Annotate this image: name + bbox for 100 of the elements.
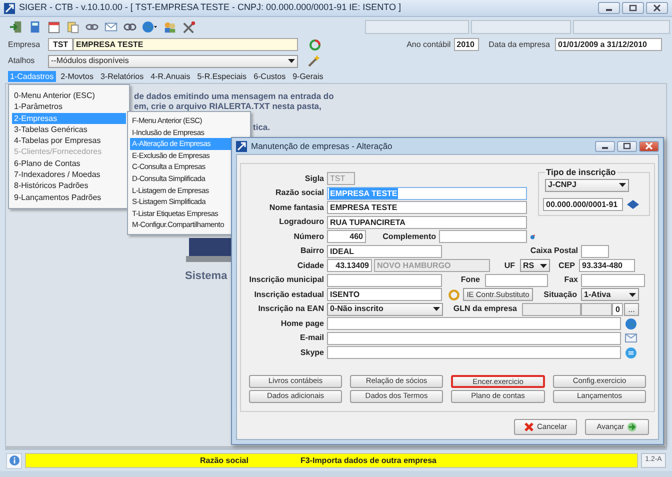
menu-bar-item[interactable]: 6-Custos [252,71,288,82]
info-button[interactable] [6,452,22,468]
input-field[interactable]: ISENTO [327,288,442,301]
magic-wand-icon[interactable] [308,55,320,67]
minimize-button[interactable] [595,140,615,152]
field-label: Logradouro [278,216,324,228]
chat-bubble-icon[interactable] [625,346,637,358]
company-name-field[interactable]: EMPRESA TESTE [73,38,298,51]
field-label: Fax [563,274,578,286]
field-label: Cidade [296,260,324,272]
input-field[interactable]: 43.13409 [327,259,372,272]
field-label: UF [503,260,515,272]
info-icon [8,455,20,466]
field-label: E-mail [298,332,324,344]
app-logo-icon [236,140,247,152]
tools-icon[interactable] [182,20,196,34]
menu-item[interactable]: 0-Menu Anterior (ESC) [12,90,126,102]
menu-bar-item[interactable]: 4-R.Anuais [148,71,192,82]
window-title: SIGER - CTB - v.10.10.00 - [ TST-EMPRESA TESTE - CNPJ: 00.000.000/0001-91 IE: ISENTO ] [19,1,401,14]
input-field[interactable] [327,332,621,344]
input-field[interactable]: 00.000.000/0001-91 [543,198,623,211]
menu-bar-item[interactable]: 2-Movtos [58,71,96,82]
input-text: EMPRESA TESTE [329,188,398,198]
maximize-icon [627,3,639,13]
field-label: Número [292,230,324,242]
field-label: Ano contábil [406,38,451,50]
input-field[interactable] [327,274,442,286]
field-label: CEP [558,260,575,272]
calendar-icon[interactable] [47,20,61,34]
globe-icon[interactable] [142,20,158,34]
field-label: Sigla [304,172,324,184]
logo-caption: Sistema [185,269,228,284]
menu-bar-item[interactable]: 3-Relatórios [98,71,146,82]
field-label: Nome fantasia [268,202,324,214]
dialog-title: Manutenção de empresas - Alteração [251,140,392,152]
caret-icon [629,292,636,296]
input-field[interactable] [327,317,621,330]
group-title: Tipo de inscrição [545,166,617,179]
message-text: de dados emitindo uma mensagem na entrada do [134,91,335,101]
exit-arrow-icon[interactable] [9,20,23,34]
input-field[interactable] [327,346,621,359]
message-text: em, crie o arquivo RIALERTA.TXT nesta pasta, [134,101,322,111]
menu-item[interactable]: 8-Históricos Padrões [12,180,126,192]
input-field[interactable] [581,302,612,316]
field-label: Empresa [8,38,42,50]
field-label: Inscrição estadual [253,288,324,300]
menu-bar-item[interactable]: 9-Gerais [290,71,326,82]
input-field[interactable] [485,274,548,286]
app-logo-icon [4,2,15,14]
field-label: Home page [280,318,324,330]
status-hint: F3-Importa dados de outra empresa [300,454,436,466]
maximize-button[interactable] [617,140,637,152]
input-field[interactable] [581,274,645,286]
input-field[interactable]: EMPRESA TESTE [327,201,527,214]
field-label: GLN da empresa [452,303,517,315]
input-field[interactable]: 0 [612,302,623,316]
ean-dropdown[interactable]: 0-Não inscrito [327,302,443,316]
refresh-icon[interactable] [448,288,460,300]
input-field[interactable] [581,244,609,258]
close-button[interactable] [639,140,659,152]
minimize-button[interactable] [598,2,620,14]
code-field[interactable]: TST [48,38,73,51]
menu-item[interactable]: 6-Plano de Contas [12,158,126,170]
maximize-button[interactable] [622,2,644,14]
menu-item[interactable]: 9-Lançamentos Padrões [12,192,126,203]
input-field[interactable] [522,302,581,316]
input-field[interactable]: 93.334-480 [579,259,635,272]
globe-icon[interactable] [625,318,637,330]
type-dropdown[interactable]: J-CNPJ [545,178,629,192]
close-button[interactable] [646,2,668,14]
input-field[interactable]: IDEAL [327,244,442,258]
maximize-icon [621,141,633,151]
input-field[interactable]: 460 [327,230,366,243]
menu-item[interactable]: 4-Tabelas por Empresas [12,135,126,146]
envelope-icon[interactable] [625,332,637,344]
refresh-icon[interactable] [309,38,321,50]
status-dropdown[interactable]: 1-Ativa [581,288,639,301]
browse-button[interactable]: ... [624,302,639,316]
shortcuts-dropdown[interactable]: --Módulos disponíveis [48,54,298,68]
close-icon [651,3,663,13]
menu-item[interactable]: 7-Indexadores / Moedas [12,169,126,180]
field-label: Inscrição municipal [248,274,324,286]
input-field[interactable] [439,230,527,243]
people-icon[interactable] [163,20,177,34]
field-label: Complemento [382,230,436,242]
status-field-name: Razão social [200,454,248,466]
diamond-arrows-icon[interactable] [627,200,639,209]
menu-item[interactable]: 1-Parâmetros [12,101,126,113]
menu-bar-item[interactable]: 5-R.Especiais [195,71,249,82]
input-field[interactable]: RUA TUPANCIRETA [327,216,527,228]
year-field[interactable]: 2010 [454,38,479,51]
field-label: Bairro [299,245,324,257]
calculator-icon[interactable] [28,20,42,34]
menu-item[interactable]: 3-Tabelas Genéricas [12,124,126,136]
close-icon [643,141,655,151]
notes-icon[interactable] [66,20,80,34]
field-label: Situação [542,288,577,300]
date-range-field[interactable]: 01/01/2009 a 31/12/2010 [555,38,662,51]
state-dropdown[interactable]: RS [520,259,550,272]
close-icon [524,422,534,432]
